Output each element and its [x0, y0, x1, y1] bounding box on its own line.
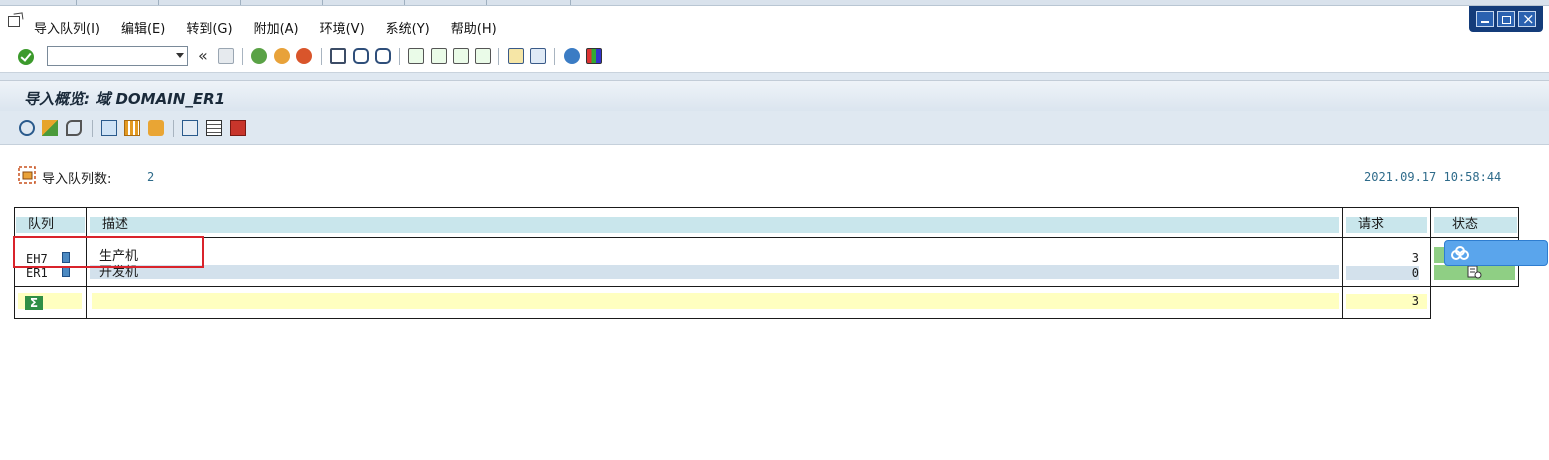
toolbar-separator	[399, 48, 400, 65]
last-page-icon[interactable]	[475, 48, 491, 64]
create-shortcut-icon[interactable]	[530, 48, 546, 64]
next-page-icon[interactable]	[453, 48, 469, 64]
page-title: 导入概览: 域 DOMAIN_ER1	[24, 90, 226, 108]
minimize-button[interactable]	[1476, 11, 1494, 27]
annotation-highlight-box	[13, 236, 204, 268]
grid-view-icon[interactable]	[124, 120, 140, 136]
menu-extras[interactable]: 附加(A)	[254, 18, 299, 37]
toolbar-separator	[321, 48, 322, 65]
toolbar-separator	[554, 48, 555, 65]
cloud-icon	[1451, 246, 1469, 260]
new-session-icon[interactable]	[508, 48, 524, 64]
transport-icon[interactable]	[148, 120, 164, 136]
total-divider	[14, 286, 1431, 287]
import-queue-table: 队列 描述 请求 状态 EH7 生产机 3 ER1 开发机 0 Σ 3	[14, 207, 1519, 319]
back-icon[interactable]	[251, 48, 267, 64]
menu-edit[interactable]: 编辑(E)	[121, 18, 165, 37]
cloud-overlay-button[interactable]	[1444, 240, 1548, 266]
column-header-queue[interactable]: 队列	[16, 217, 85, 233]
help-icon[interactable]	[564, 48, 580, 64]
title-bar: 导入概览: 域 DOMAIN_ER1	[0, 80, 1549, 112]
menu-import-queue[interactable]: 导入队列(I)	[34, 18, 100, 37]
find-next-icon[interactable]	[375, 48, 391, 64]
user-settings-icon[interactable]	[182, 120, 198, 136]
table-row	[90, 251, 1339, 265]
layout-menu-icon[interactable]	[586, 48, 602, 64]
import-queue-count: 2	[147, 170, 155, 184]
menu-bar: 导入队列(I) 编辑(E) 转到(G) 附加(A) 环境(V) 系统(Y) 帮助…	[0, 6, 1549, 40]
window-controls	[1469, 6, 1543, 32]
total-request-count: 3	[1346, 294, 1427, 309]
toolbar-separator	[242, 48, 243, 65]
system-toolbar: «	[0, 40, 1549, 73]
import-queues-icon	[18, 166, 36, 184]
enter-check-icon[interactable]	[18, 49, 34, 65]
previous-page-icon[interactable]	[431, 48, 447, 64]
exit-icon[interactable]	[274, 48, 290, 64]
timestamp: 2021.09.17 10:58:44	[1364, 170, 1502, 184]
content-area: 导入队列数: 2 2021.09.17 10:58:44 队列 描述 请求 状态…	[0, 145, 1549, 460]
print-icon[interactable]	[330, 48, 346, 64]
total-row-description	[92, 293, 1339, 309]
chevron-down-icon[interactable]	[176, 53, 184, 58]
first-page-icon[interactable]	[408, 48, 424, 64]
column-header-requests[interactable]: 请求	[1346, 217, 1427, 233]
close-button[interactable]	[1518, 10, 1536, 28]
request-count: 0	[1346, 266, 1419, 280]
details-icon[interactable]	[206, 120, 222, 136]
system-overview-icon[interactable]	[101, 120, 117, 136]
menu-goto[interactable]: 转到(G)	[186, 18, 232, 37]
status-indicator[interactable]	[1434, 265, 1515, 280]
table-row	[90, 265, 1339, 279]
queue-id[interactable]: ER1	[26, 266, 48, 280]
check-queue-icon[interactable]	[42, 120, 58, 136]
connect-icon[interactable]	[66, 120, 82, 136]
cancel-icon[interactable]	[296, 48, 312, 64]
document-add-icon	[1467, 265, 1482, 279]
menu-exit-icon[interactable]	[8, 16, 20, 27]
info-icon[interactable]	[230, 120, 246, 136]
command-field[interactable]	[47, 46, 188, 66]
menu-items: 导入队列(I) 编辑(E) 转到(G) 附加(A) 环境(V) 系统(Y) 帮助…	[34, 18, 518, 37]
request-count: 3	[1346, 251, 1419, 265]
history-chevron-icon[interactable]: «	[198, 46, 208, 65]
queue-description: 开发机	[99, 265, 139, 280]
column-header-description[interactable]: 描述	[90, 217, 1339, 233]
menu-system[interactable]: 系统(Y)	[386, 18, 430, 37]
toolbar-separator	[173, 120, 174, 137]
import-queue-count-label: 导入队列数:	[42, 172, 112, 187]
refresh-icon[interactable]	[19, 120, 35, 136]
application-toolbar	[0, 111, 1549, 145]
header-divider	[14, 237, 1519, 238]
find-icon[interactable]	[353, 48, 369, 64]
toolbar-separator	[92, 120, 93, 137]
menu-help[interactable]: 帮助(H)	[451, 18, 497, 37]
toolbar-separator	[498, 48, 499, 65]
sum-icon: Σ	[25, 296, 43, 310]
menu-environment[interactable]: 环境(V)	[320, 18, 365, 37]
restore-button[interactable]	[1497, 11, 1515, 27]
column-header-status[interactable]: 状态	[1434, 217, 1517, 233]
save-icon[interactable]	[218, 48, 234, 64]
